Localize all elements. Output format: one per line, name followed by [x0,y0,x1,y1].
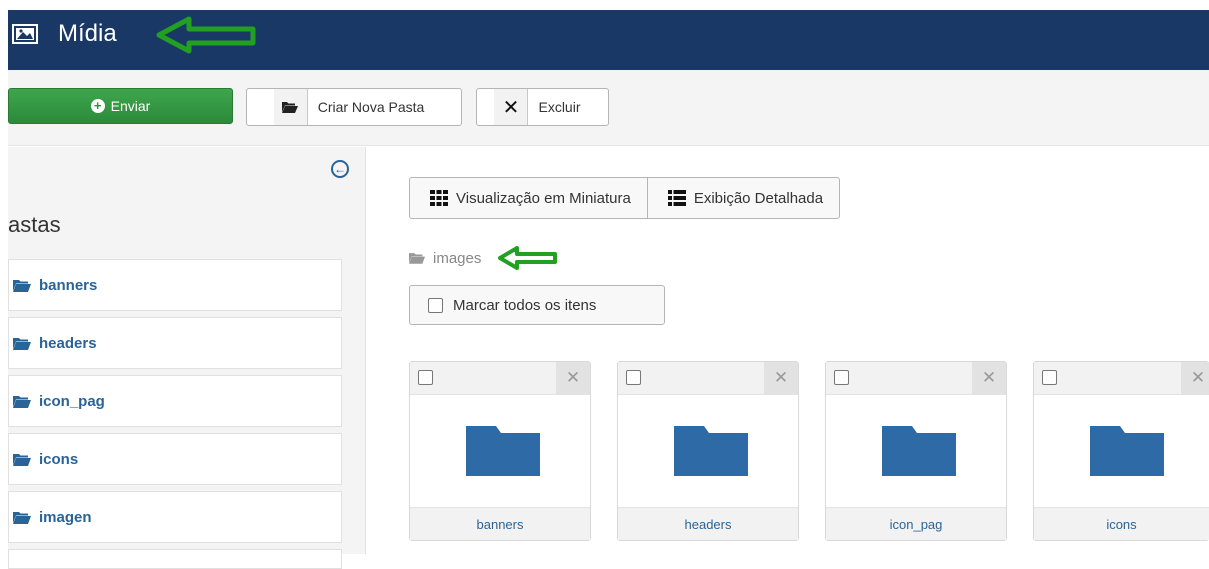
folder-icon [882,426,956,476]
thumbnail-view-button[interactable]: Visualização em Miniatura [410,178,647,218]
thumbnail-view-label: Visualização em Miniatura [456,189,631,207]
breadcrumb-current-folder[interactable]: images [433,250,481,267]
item-caption[interactable]: icons [1034,507,1209,540]
item-checkbox[interactable] [834,370,849,385]
delete-button[interactable]: ✕ Excluir [476,88,609,126]
plus-circle-icon: + [90,99,105,113]
annotation-arrow-icon [498,246,558,270]
media-main-panel: Visualização em Miniatura Exibição Detal… [367,147,1209,554]
sidebar-item-label: headers [39,334,97,352]
sidebar-item-imagen[interactable]: imagen [8,491,342,543]
folder-open-icon [273,89,308,125]
card-header: ✕ [1034,362,1209,395]
sidebar-heading: astas [8,212,61,237]
folder-open-icon [409,253,425,264]
folder-open-icon [13,395,31,408]
delete-item-icon[interactable]: ✕ [556,362,590,394]
folder-sidebar: ← astas banners headers icon_pag icons i… [8,147,366,569]
sidebar-item-banners[interactable]: banners [8,259,342,311]
page-title: Mídia [12,16,117,52]
toolbar: + Enviar Criar Nova Pasta ✕ Excluir [8,70,1209,146]
sidebar-item-headers[interactable]: headers [8,317,342,369]
item-caption[interactable]: banners [410,507,590,540]
create-folder-label: Criar Nova Pasta [317,99,425,115]
item-caption[interactable]: headers [618,507,798,540]
select-all-checkbox[interactable] [428,297,443,313]
delete-item-icon[interactable]: ✕ [972,362,1006,394]
detail-view-label: Exibição Detalhada [693,189,824,207]
detail-view-button[interactable]: Exibição Detalhada [646,178,839,218]
header-bar: Mídia [0,0,1209,70]
select-all-button[interactable]: Marcar todos os itens [409,285,665,325]
list-icon [667,190,686,206]
folder-list: banners headers icon_pag icons imagen [8,259,342,569]
close-icon: ✕ [494,89,529,125]
grid-icon [430,190,448,206]
folder-icon [1090,426,1164,476]
breadcrumb: images [409,245,559,271]
folder-open-icon [13,337,31,350]
card-header: ✕ [618,362,798,395]
sidebar-item-icon-pag[interactable]: icon_pag [8,375,342,427]
image-icon [12,24,38,44]
view-mode-toggle: Visualização em Miniatura Exibição Detal… [409,177,841,219]
folder-open-icon [13,279,31,292]
folder-icon [466,426,540,476]
delete-item-icon[interactable]: ✕ [1181,362,1209,394]
item-checkbox[interactable] [418,370,433,385]
item-checkbox[interactable] [626,370,641,385]
sidebar-item-partial[interactable] [8,549,342,569]
sidebar-item-icons[interactable]: icons [8,433,342,485]
folder-icon [674,426,748,476]
delete-button-label: Excluir [538,99,581,115]
media-item-card[interactable]: ✕ banners [409,361,591,541]
select-all-label: Marcar todos os itens [453,296,597,314]
create-folder-button[interactable]: Criar Nova Pasta [246,88,462,126]
sidebar-item-label: banners [39,276,98,294]
media-item-card[interactable]: ✕ icons [1033,361,1209,541]
card-header: ✕ [826,362,1006,395]
annotation-arrow-icon [156,16,256,54]
page-title-text: Mídia [58,20,117,47]
card-header: ✕ [410,362,590,395]
media-item-card[interactable]: ✕ icon_pag [825,361,1007,541]
folder-open-icon [13,453,31,466]
item-caption[interactable]: icon_pag [826,507,1006,540]
media-item-card[interactable]: ✕ headers [617,361,799,541]
sidebar-item-label: icons [39,450,79,468]
folder-open-icon [13,511,31,524]
delete-item-icon[interactable]: ✕ [764,362,798,394]
sidebar-item-label: imagen [39,508,92,526]
item-checkbox[interactable] [1042,370,1057,385]
upload-button[interactable]: + Enviar [8,88,233,124]
upload-button-label: Enviar [110,98,151,114]
sidebar-item-label: icon_pag [39,392,105,410]
collapse-sidebar-icon[interactable]: ← [331,160,349,178]
